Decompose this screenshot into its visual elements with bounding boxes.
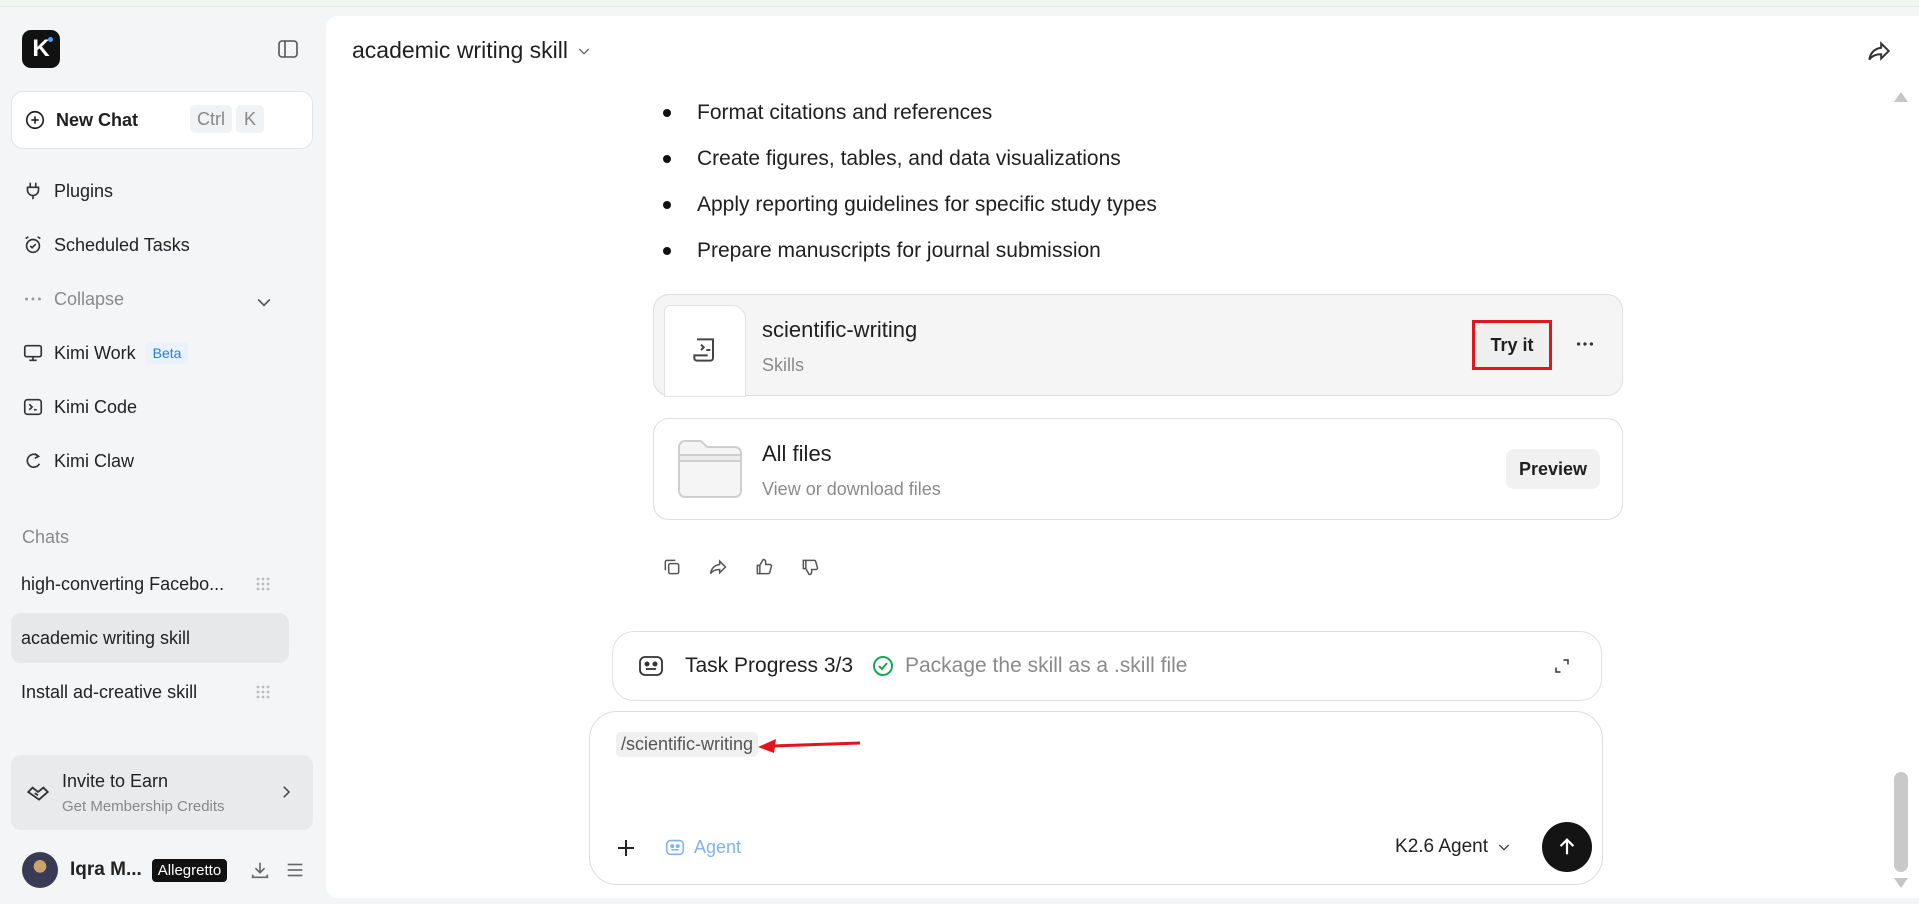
- share-icon[interactable]: [708, 557, 728, 577]
- skill-card[interactable]: scientific-writing Skills Try it: [653, 294, 1623, 397]
- shortcut-k-key: K: [236, 105, 264, 133]
- sidebar-item-label: Scheduled Tasks: [54, 234, 190, 255]
- agent-toggle[interactable]: Agent: [664, 836, 741, 858]
- invite-title: Invite to Earn: [62, 771, 169, 791]
- sidebar-item-kimi-work[interactable]: Kimi Work Beta: [22, 338, 189, 368]
- user-name: Iqra M...: [70, 859, 142, 880]
- plus-circle-icon: [25, 110, 45, 130]
- terminal-icon: [23, 398, 43, 416]
- top-border: [0, 0, 1919, 7]
- sidebar-item-scheduled-tasks[interactable]: Scheduled Tasks: [22, 230, 190, 260]
- new-chat-button[interactable]: New Chat Ctrl K: [11, 91, 313, 149]
- chat-item-title: Install ad-creative skill: [21, 681, 198, 702]
- scroll-icon: [693, 338, 714, 362]
- sidebar-item-label: Kimi Code: [54, 396, 138, 417]
- download-icon[interactable]: [249, 859, 271, 881]
- preview-button[interactable]: Preview: [1506, 449, 1600, 489]
- sidebar-item-label: Plugins: [54, 180, 114, 201]
- ellipsis-icon: [25, 297, 41, 301]
- agent-label: Agent: [694, 836, 742, 857]
- shortcut-ctrl-key: Ctrl: [190, 105, 232, 133]
- invite-to-earn-card[interactable]: Invite to Earn Get Membership Credits: [11, 755, 313, 830]
- check-circle-icon: [873, 656, 893, 676]
- claw-icon: [26, 453, 41, 468]
- copy-icon[interactable]: [662, 557, 682, 577]
- command-chip[interactable]: /scientific-writing: [616, 732, 759, 757]
- plus-icon[interactable]: [614, 836, 638, 860]
- alarm-clock-icon: [25, 236, 41, 254]
- sidebar: K New Chat Ctrl K Plugins Scheduled Task…: [0, 7, 325, 904]
- message-actions: [662, 557, 846, 577]
- scrollbar-thumb[interactable]: [1894, 772, 1908, 872]
- robot-icon: [639, 656, 663, 676]
- chevron-down-icon: [1498, 844, 1510, 851]
- chat-item[interactable]: high-converting Facebo...: [11, 559, 289, 609]
- chevron-down-icon[interactable]: [254, 292, 274, 312]
- sidebar-item-label: Kimi Claw: [54, 450, 135, 471]
- sidebar-toggle-icon[interactable]: [276, 37, 300, 61]
- scroll-up-arrow[interactable]: [1894, 92, 1908, 102]
- model-selector[interactable]: K2.6 Agent: [1395, 836, 1512, 858]
- chat-item-title: academic writing skill: [21, 627, 191, 648]
- files-title: All files: [762, 441, 832, 466]
- new-chat-label: New Chat: [56, 109, 139, 130]
- chat-item-title: high-converting Facebo...: [21, 573, 225, 594]
- files-card[interactable]: All files View or download files Preview: [653, 418, 1623, 520]
- avatar[interactable]: [22, 852, 58, 888]
- beta-badge: Beta: [145, 342, 189, 364]
- sidebar-item-kimi-code[interactable]: Kimi Code: [22, 392, 137, 422]
- invite-subtitle: Get Membership Credits: [62, 798, 225, 815]
- chat-item[interactable]: Install ad-creative skill: [11, 667, 289, 717]
- annotation-arrow-icon: [758, 739, 861, 753]
- sidebar-item-collapse[interactable]: Collapse: [22, 284, 124, 314]
- chat-title: academic writing skill: [352, 37, 569, 63]
- share-icon[interactable]: [1866, 38, 1892, 64]
- sidebar-item-kimi-claw[interactable]: Kimi Claw: [22, 446, 134, 476]
- list-item: Prepare manuscripts for journal submissi…: [663, 228, 1157, 274]
- model-name: K2.6 Agent: [1395, 836, 1488, 857]
- plan-badge: Allegretto: [151, 858, 228, 882]
- list-item: Format citations and references: [663, 90, 1157, 136]
- thumbs-down-icon[interactable]: [800, 557, 820, 577]
- files-description: View or download files: [762, 479, 941, 499]
- handshake-icon: [26, 786, 50, 801]
- skill-type: Skills: [762, 355, 805, 375]
- sidebar-item-label: Collapse: [54, 288, 125, 309]
- plug-icon: [26, 182, 40, 200]
- more-options-icon[interactable]: [1574, 333, 1596, 355]
- document-icon: [664, 305, 746, 397]
- scroll-down-arrow[interactable]: [1894, 878, 1908, 888]
- chats-section-title: Chats: [22, 527, 70, 547]
- sidebar-item-label: Kimi Work: [54, 342, 136, 363]
- main-panel: academic writing skill Format citations …: [326, 16, 1919, 898]
- user-profile[interactable]: Iqra M... Allegretto: [22, 850, 228, 890]
- arrow-up-icon: [1559, 838, 1575, 855]
- chat-item-active[interactable]: academic writing skill: [11, 613, 289, 663]
- task-progress-label: Task Progress 3/3: [685, 654, 854, 677]
- monitor-icon: [23, 344, 43, 362]
- try-it-button[interactable]: Try it: [1472, 320, 1552, 370]
- send-button[interactable]: [1542, 822, 1592, 872]
- message-composer[interactable]: /scientific-writing Agent K2.6 Agent: [589, 711, 1603, 885]
- list-item: Apply reporting guidelines for specific …: [663, 182, 1157, 228]
- expand-icon[interactable]: [1553, 657, 1571, 675]
- chevron-down-icon: [578, 48, 590, 55]
- skill-name: scientific-writing: [762, 317, 918, 342]
- task-step-text: Package the skill as a .skill file: [905, 654, 1188, 677]
- sidebar-item-plugins[interactable]: Plugins: [22, 176, 113, 206]
- list-item: Create figures, tables, and data visuali…: [663, 136, 1157, 182]
- thumbs-up-icon[interactable]: [754, 557, 774, 577]
- task-progress-bar[interactable]: Task Progress 3/3 Package the skill as a…: [612, 631, 1602, 701]
- grip-icon[interactable]: [255, 684, 271, 700]
- kimi-logo[interactable]: K: [22, 30, 60, 68]
- grip-icon[interactable]: [255, 576, 271, 592]
- folder-icon: [678, 440, 742, 498]
- chat-title-dropdown[interactable]: academic writing skill: [352, 37, 592, 64]
- robot-icon: [665, 839, 685, 856]
- menu-icon[interactable]: [284, 859, 306, 881]
- response-bullet-list: Format citations and references Create f…: [663, 90, 1157, 274]
- chevron-right-icon: [283, 786, 291, 798]
